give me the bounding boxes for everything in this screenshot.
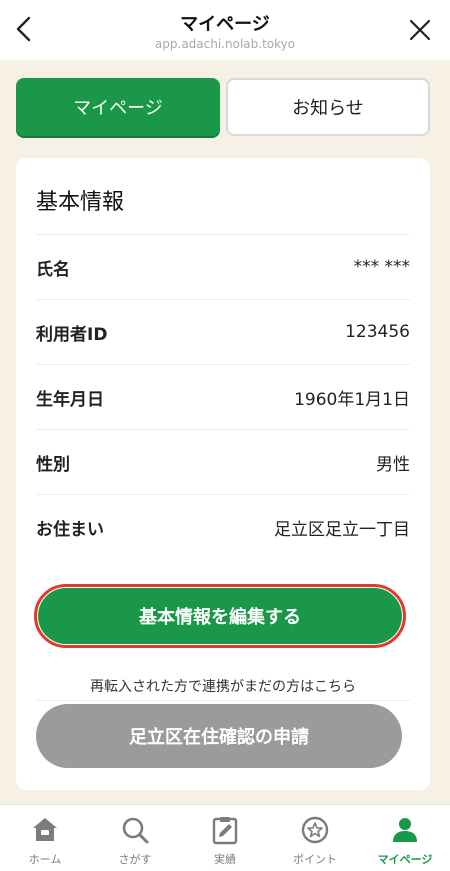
tab-bar: マイページ お知らせ bbox=[16, 78, 430, 136]
user-icon bbox=[393, 818, 417, 842]
info-value: *** *** bbox=[353, 257, 410, 277]
info-label: 性別 bbox=[36, 454, 70, 475]
nav-label: 実績 bbox=[214, 853, 236, 866]
nav-record[interactable]: 実績 bbox=[180, 805, 270, 871]
record-icon bbox=[212, 817, 238, 845]
nav-label: さがす bbox=[118, 853, 152, 866]
close-icon[interactable] bbox=[408, 18, 432, 42]
search-icon bbox=[122, 817, 149, 844]
info-value: 足立区足立一丁目 bbox=[274, 520, 410, 540]
reentry-link[interactable]: 再転入された方で連携がまだの方はこちら bbox=[16, 676, 430, 696]
info-row-user-id: 利用者ID 123456 bbox=[36, 300, 410, 365]
info-row-birthdate: 生年月日 1960年1月1日 bbox=[36, 365, 410, 430]
info-value: 1960年1月1日 bbox=[294, 389, 410, 410]
nav-label: ホーム bbox=[28, 853, 62, 866]
info-label: 氏名 bbox=[36, 259, 70, 280]
tab-mypage[interactable]: マイページ bbox=[16, 78, 220, 136]
info-row-gender: 性別 男性 bbox=[36, 430, 410, 495]
residency-application-button[interactable]: 足立区在住確認の申請 bbox=[36, 704, 402, 768]
nav-point[interactable]: ポイント bbox=[270, 805, 360, 871]
main-content: マイページ お知らせ 基本情報 氏名 *** *** 利用者ID 123456 … bbox=[0, 60, 450, 804]
nav-mypage[interactable]: マイページ bbox=[360, 805, 450, 871]
divider bbox=[36, 700, 410, 701]
nav-label: ポイント bbox=[293, 853, 337, 866]
info-label: 利用者ID bbox=[36, 324, 108, 345]
info-label: お住まい bbox=[36, 520, 104, 540]
info-value: 123456 bbox=[345, 322, 410, 342]
nav-label: マイページ bbox=[377, 853, 433, 866]
point-icon bbox=[301, 816, 329, 844]
nav-home[interactable]: ホーム bbox=[0, 805, 90, 871]
page-title: マイページ bbox=[180, 14, 270, 35]
edit-button-highlight: 基本情報を編集する bbox=[34, 584, 406, 648]
info-value: 男性 bbox=[376, 454, 410, 475]
card-title: 基本情報 bbox=[36, 190, 125, 215]
bottom-nav: ホーム さがす 実績 ポイント マイページ bbox=[0, 804, 450, 871]
info-label: 生年月日 bbox=[36, 389, 104, 410]
info-row-address: お住まい 足立区足立一丁目 bbox=[36, 495, 410, 560]
browser-header: マイページ app.adachi.nolab.tokyo bbox=[0, 0, 450, 60]
tab-notices[interactable]: お知らせ bbox=[226, 78, 430, 136]
basic-info-card: 基本情報 氏名 *** *** 利用者ID 123456 生年月日 1960年1… bbox=[16, 158, 430, 790]
info-row-name: 氏名 *** *** bbox=[36, 235, 410, 300]
page-url: app.adachi.nolab.tokyo bbox=[154, 37, 296, 51]
nav-search[interactable]: さがす bbox=[90, 805, 180, 871]
home-icon bbox=[33, 818, 57, 841]
edit-basic-info-button[interactable]: 基本情報を編集する bbox=[38, 588, 402, 644]
